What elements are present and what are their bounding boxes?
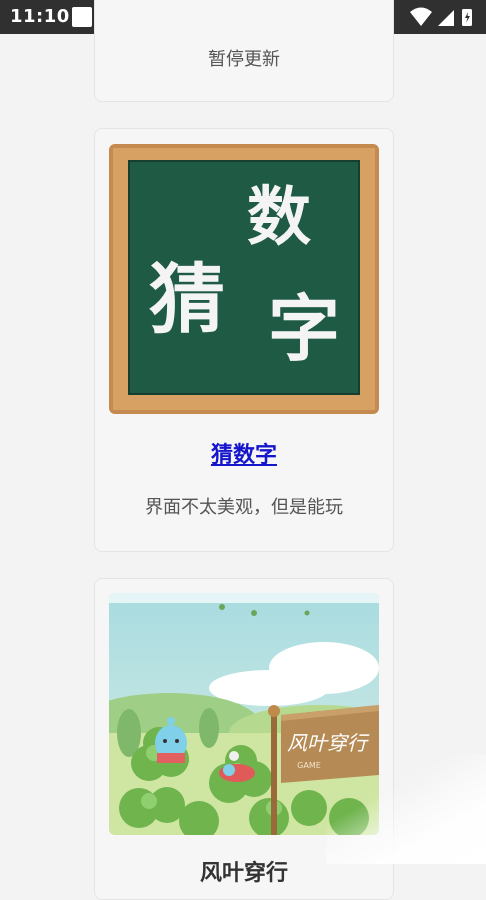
leaf-travel-graphic: 风叶穿行 GAME <box>109 593 379 835</box>
leaf-travel-title[interactable]: 风叶穿行 <box>95 855 393 887</box>
guess-number-image[interactable]: 数 猜 字 <box>109 144 379 414</box>
leaf-travel-image[interactable]: 风叶穿行 GAME <box>109 593 379 835</box>
status-time: 11:10 <box>10 6 70 27</box>
leaf-dot <box>251 610 257 616</box>
chalkboard-graphic: 数 猜 字 <box>109 144 379 414</box>
notification-square-icon <box>72 7 92 27</box>
sign-subtitle: GAME <box>297 761 321 770</box>
leaf-dot <box>219 604 225 610</box>
signal-icon <box>438 10 454 26</box>
board-char-cai: 猜 <box>149 255 225 344</box>
card-caption: 暂停更新 <box>208 49 280 70</box>
app-card-leaf-travel[interactable]: 风叶穿行 GAME 风叶穿行 <box>94 578 394 900</box>
guess-number-title-link[interactable]: 猜数字 <box>95 437 393 469</box>
status-right-icons <box>410 7 472 26</box>
board-char-zi: 字 <box>268 287 340 371</box>
app-card-guess-number[interactable]: 数 猜 字 猜数字 界面不太美观，但是能玩 <box>94 128 394 552</box>
card-caption: 界面不太美观，但是能玩 <box>145 497 343 518</box>
sign-title: 风叶穿行 <box>287 731 370 755</box>
board-char-shu: 数 <box>247 181 311 255</box>
wifi-icon <box>410 7 432 26</box>
leaf-dot <box>304 610 310 616</box>
app-card-paused[interactable]: 暂停更新 <box>94 0 394 102</box>
